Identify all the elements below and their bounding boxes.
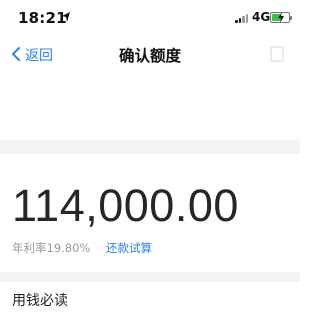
cellular-signal-icon [235, 13, 249, 23]
status-time: 18:21 [18, 9, 67, 27]
document-icon [270, 46, 284, 62]
rate-row: 年利率19.80% 还款试算 [12, 240, 152, 256]
section-separator-2 [0, 272, 300, 282]
section-separator [0, 140, 300, 154]
status-bar: 18:21 4G [0, 0, 300, 36]
navigation-bar: 返回 确认额度 [0, 36, 300, 72]
battery-icon [270, 12, 292, 23]
page-title: 确认额度 [118, 47, 181, 65]
repayment-calculator-link[interactable]: 还款试算 [106, 241, 152, 255]
annual-rate-label: 年利率19.80% [12, 241, 91, 255]
location-arrow-icon [62, 12, 70, 22]
network-type: 4G [252, 10, 271, 24]
quota-amount: 114,000.00 [12, 180, 239, 231]
must-read-section-title[interactable]: 用钱必读 [12, 290, 68, 310]
charging-bolt-icon [278, 12, 284, 23]
